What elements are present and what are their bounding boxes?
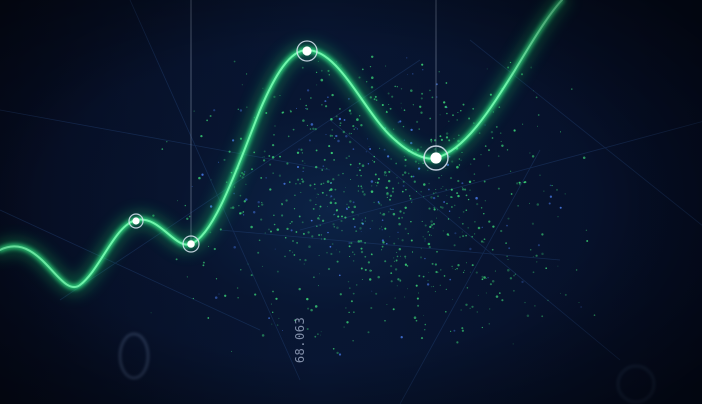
value-readout: 68.063 bbox=[293, 316, 307, 364]
visualization-artwork bbox=[0, 0, 708, 404]
data-visualization-image: 68.063 bbox=[0, 0, 708, 404]
vignette-overlay bbox=[0, 0, 708, 404]
right-edge-border bbox=[702, 0, 708, 404]
